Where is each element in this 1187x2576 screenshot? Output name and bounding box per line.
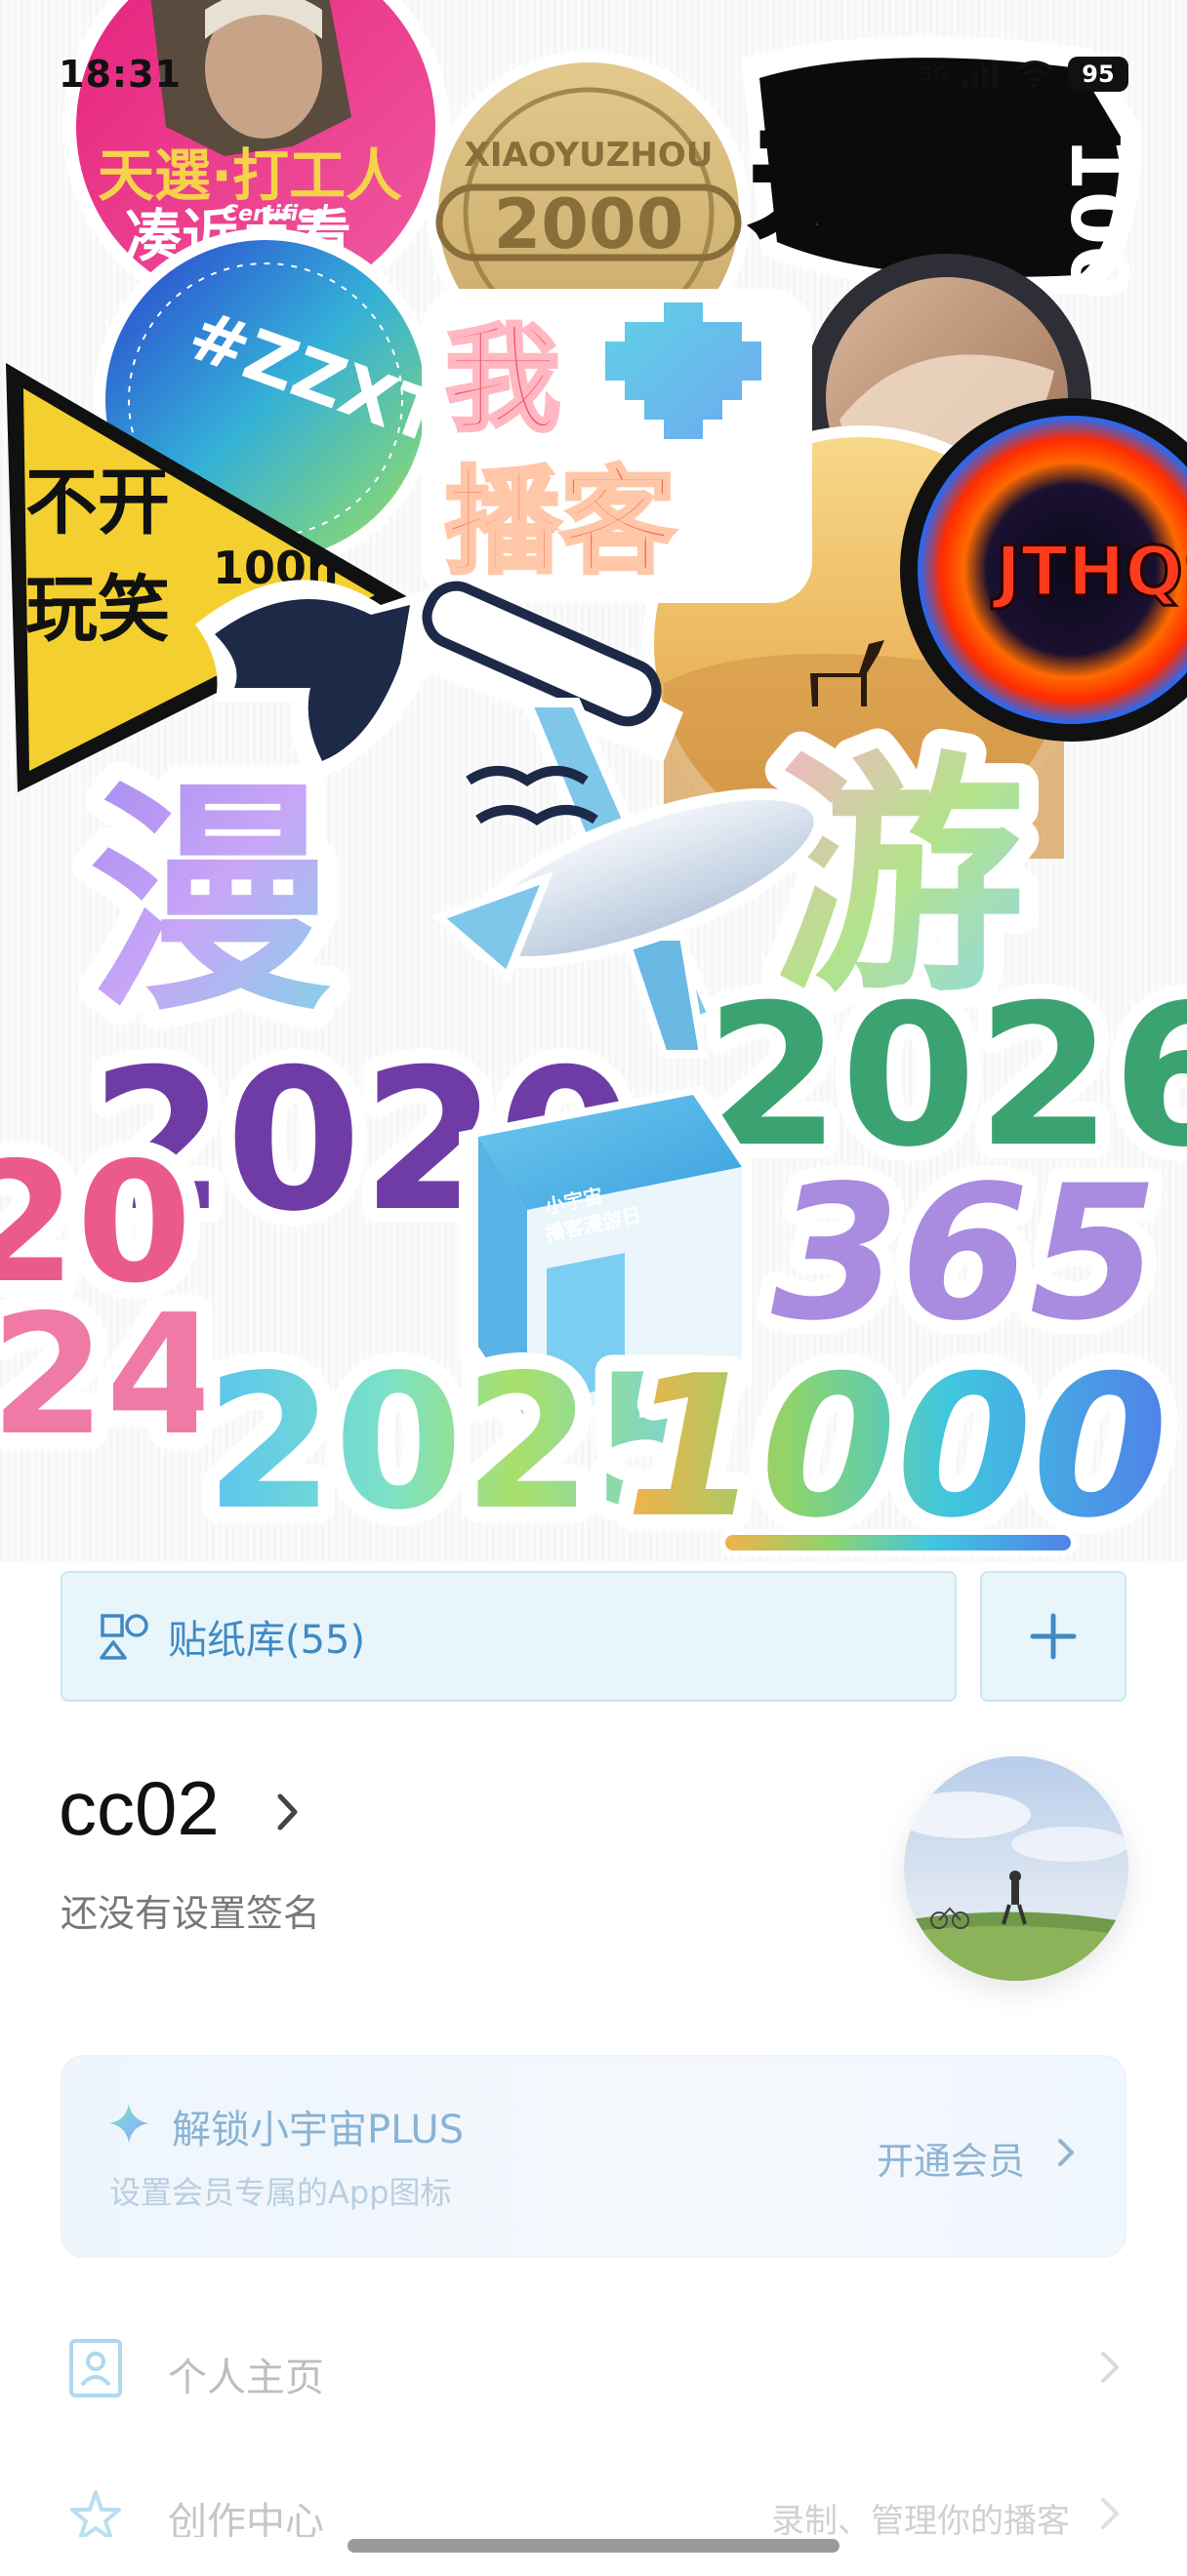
star-icon bbox=[70, 2490, 121, 2537]
sticker-bird-bottle[interactable] bbox=[195, 578, 683, 781]
network-label: 5G bbox=[919, 62, 949, 86]
status-icons: 5G 95 bbox=[920, 57, 1128, 92]
sticker-wo-ai-boke[interactable]: 我 播客 bbox=[422, 289, 812, 603]
plus-title: 解锁小宇宙PLUS bbox=[172, 2108, 465, 2153]
menu-item-label: 个人主页 bbox=[168, 2355, 324, 2400]
sticker-library-button[interactable]: 贴纸库(55) bbox=[61, 1571, 957, 1702]
menu-item-label: 创作中心 bbox=[168, 2500, 324, 2537]
home-indicator[interactable] bbox=[348, 2539, 839, 2553]
battery-icon: 95 bbox=[1068, 57, 1128, 92]
status-time: 18:31 bbox=[59, 53, 182, 96]
wifi-icon bbox=[1015, 60, 1054, 89]
chevron-right-icon bbox=[1058, 2139, 1074, 2166]
add-sticker-button[interactable] bbox=[980, 1571, 1126, 1702]
menu-item-profile-page[interactable]: 个人主页 bbox=[0, 2314, 1187, 2422]
signal-icon bbox=[962, 61, 998, 89]
status-bar: 18:31 5G 95 bbox=[0, 0, 1187, 146]
sticker-canvas: 天選·打工人 Certified 凑近点看 XIAOYUZHOU 2000 无聊… bbox=[0, 0, 1187, 1561]
chevron-right-icon[interactable] bbox=[275, 1791, 301, 1832]
sticker-wall[interactable]: 天選·打工人 Certified 凑近点看 XIAOYUZHOU 2000 无聊… bbox=[0, 0, 1187, 1561]
sticker-library-label: 贴纸库(55) bbox=[168, 1618, 366, 1663]
shapes-icon bbox=[100, 1614, 148, 1660]
sticker-wuliao-num: 100 bbox=[1053, 137, 1144, 300]
menu-item-value: 录制、管理你的播客 bbox=[771, 2502, 1070, 2537]
sticker-jthqs-text: JTHQS bbox=[992, 532, 1187, 612]
sticker-bukai: 不开 bbox=[25, 461, 170, 544]
profile-name[interactable]: cc02 bbox=[59, 1764, 220, 1853]
chevron-right-icon bbox=[1101, 2352, 1119, 2383]
sticker-1000-text: 1000 bbox=[625, 1334, 1168, 1561]
profile-signature[interactable]: 还没有设置签名 bbox=[61, 1883, 320, 1937]
sticker-dagongren-line1: 天選·打工人 bbox=[98, 142, 402, 209]
avatar-image bbox=[904, 1756, 1128, 1981]
sticker-365[interactable]: 365 365 bbox=[757, 1131, 1173, 1376]
sticker-2024[interactable]: 20 20 24 24 bbox=[0, 1110, 238, 1489]
sticker-1000[interactable]: 1000 1000 bbox=[608, 1317, 1185, 1561]
profile-card-icon bbox=[69, 2339, 122, 2397]
avatar[interactable] bbox=[904, 1756, 1128, 1981]
plus-subtitle: 设置会员专属的App图标 bbox=[109, 2174, 452, 2211]
sticker-boke: 播客 bbox=[445, 455, 675, 589]
sparkle-icon bbox=[109, 2104, 148, 2143]
chevron-right-icon bbox=[1101, 2498, 1119, 2529]
sticker-365-text: 365 bbox=[771, 1146, 1159, 1361]
sticker-coin-number: 2000 bbox=[494, 184, 684, 264]
menu-item-creator-center[interactable]: 创作中心 录制、管理你的播客 bbox=[0, 2469, 1187, 2537]
sticker-2024-text-b: 24 bbox=[0, 1279, 222, 1472]
plus-open-membership[interactable]: 开通会员 bbox=[877, 2131, 1025, 2185]
sticker-man-text: 漫 bbox=[88, 759, 332, 1043]
sticker-man[interactable]: 漫 漫 bbox=[68, 740, 351, 1063]
sticker-wo: 我 bbox=[445, 312, 560, 447]
plus-icon bbox=[1030, 1613, 1077, 1660]
sticker-wanxiao: 玩笑 bbox=[25, 568, 170, 652]
